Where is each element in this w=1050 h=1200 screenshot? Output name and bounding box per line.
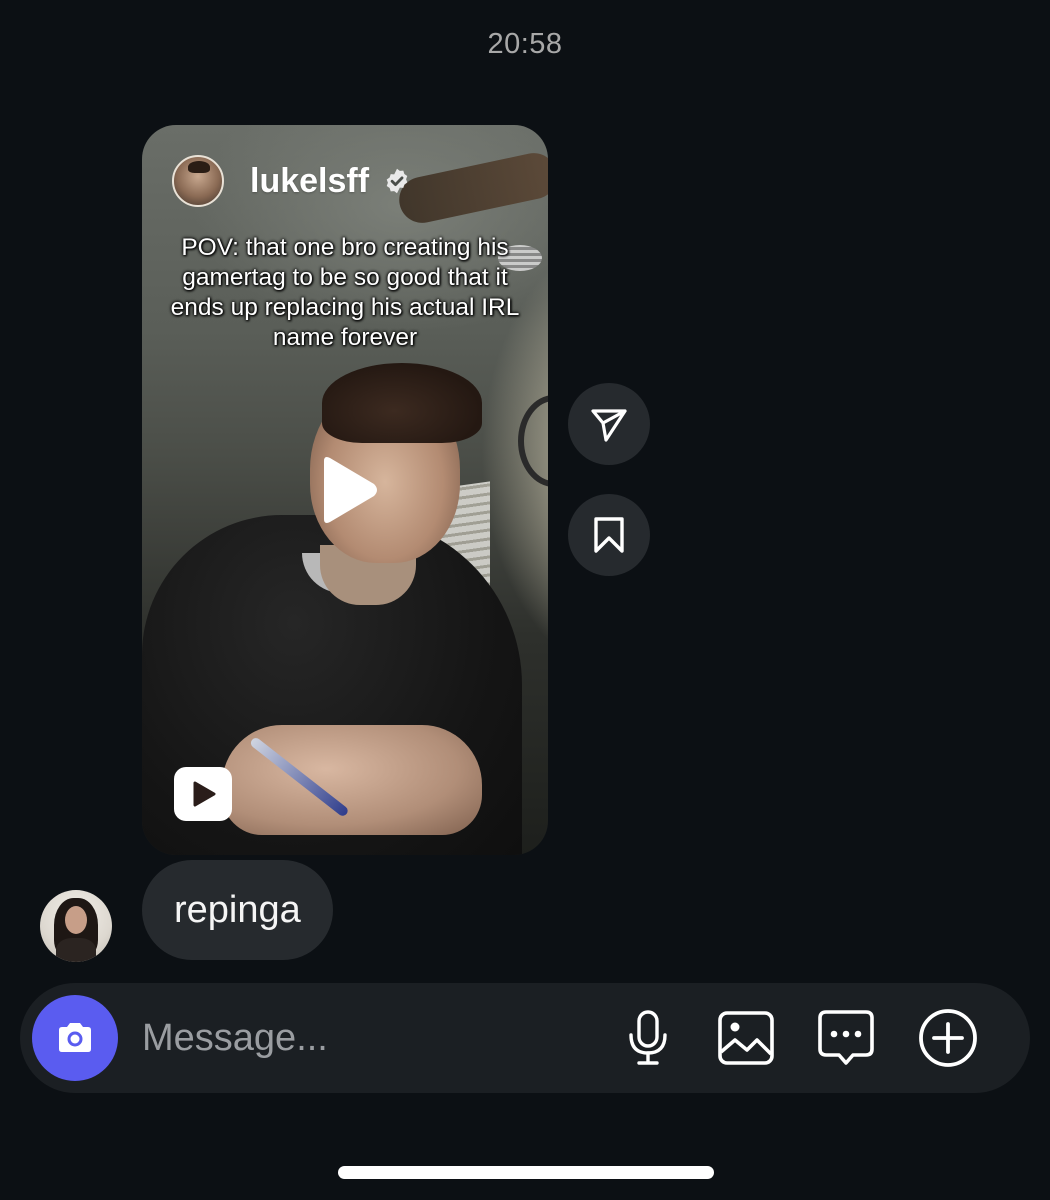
shared-reel-card[interactable]: lukelsff POV: that one bro creating his … [142,125,548,855]
reel-caption: POV: that one bro creating his gamertag … [170,234,520,351]
reel-author-avatar[interactable] [172,155,224,207]
home-indicator[interactable] [338,1166,714,1179]
message-timestamp: 20:58 [487,28,563,60]
plus-circle-icon [919,1009,977,1067]
verified-badge-icon [386,168,408,194]
camera-button[interactable] [32,995,118,1081]
play-icon[interactable] [314,455,380,525]
reel-background-ring-light [518,395,548,487]
camera-icon [59,1023,91,1052]
chat-bubble-icon [818,1010,874,1065]
message-composer [20,983,1030,1093]
reel-header[interactable]: lukelsff [172,155,411,207]
sender-avatar-body [56,938,96,962]
chat-screen: 20:58 lukelsff POV: that one bro creatin… [0,0,1050,1200]
voice-message-button[interactable] [618,1008,678,1068]
reel-person-hair [322,363,482,443]
sender-avatar[interactable] [40,890,112,962]
message-text: repinga [174,888,301,931]
share-reel-button[interactable] [568,383,650,465]
message-bubble[interactable]: repinga [142,860,333,960]
gallery-button[interactable] [716,1008,776,1068]
sticker-button[interactable] [816,1008,876,1068]
reel-background-fan [394,148,548,228]
bookmark-icon [594,517,624,553]
send-icon [591,409,627,442]
reels-play-glyph-icon [193,781,216,807]
image-icon [718,1011,774,1065]
more-options-button[interactable] [918,1008,978,1068]
microphone-icon [629,1010,667,1065]
reels-icon [174,767,232,821]
sender-avatar-face [65,906,87,934]
reel-author-username[interactable]: lukelsff [250,162,369,201]
message-input[interactable] [142,1009,582,1067]
save-reel-button[interactable] [568,494,650,576]
